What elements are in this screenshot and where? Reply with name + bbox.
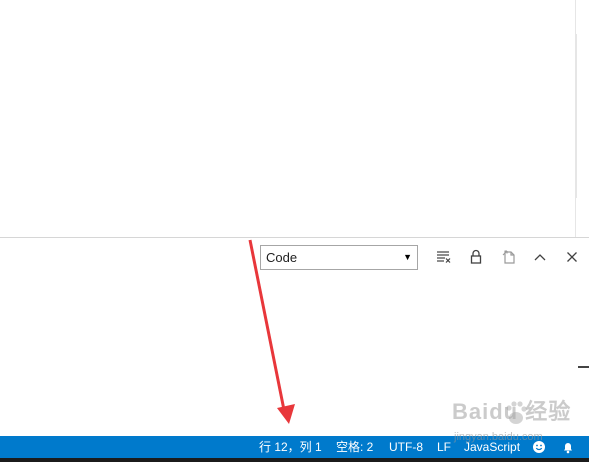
status-cursor-position[interactable]: 行 12，列 1 bbox=[259, 436, 322, 458]
feedback-smiley-icon[interactable] bbox=[531, 439, 547, 455]
status-indentation[interactable]: 空格: 2 bbox=[336, 436, 373, 458]
output-scrollbar[interactable] bbox=[576, 34, 589, 198]
clear-output-icon[interactable] bbox=[434, 247, 454, 267]
output-content[interactable] bbox=[0, 272, 575, 436]
notifications-bell-icon[interactable] bbox=[560, 439, 576, 455]
status-bar: 行 12，列 1 空格: 2 UTF-8 LF JavaScript bbox=[0, 436, 589, 458]
panel-toolbar: Code ▼ bbox=[0, 244, 589, 270]
close-panel-icon[interactable] bbox=[562, 247, 582, 267]
maximize-panel-icon[interactable] bbox=[530, 247, 550, 267]
overview-ruler-marker bbox=[578, 366, 589, 368]
window-bottom-edge bbox=[0, 458, 589, 462]
vscode-window: Code ▼ 行 12，列 1 空格: 2 UTF-8 LF JavaScrip… bbox=[0, 0, 589, 462]
lock-scroll-icon[interactable] bbox=[466, 247, 486, 267]
status-language-mode[interactable]: JavaScript bbox=[464, 436, 520, 458]
open-log-file-icon[interactable] bbox=[499, 247, 519, 267]
status-line-ending[interactable]: LF bbox=[437, 436, 451, 458]
editor-area[interactable] bbox=[0, 0, 589, 237]
dropdown-arrow-icon: ▼ bbox=[403, 252, 412, 262]
output-channel-select[interactable]: Code ▼ bbox=[260, 245, 418, 270]
output-channel-value: Code bbox=[266, 250, 298, 265]
output-panel: Code ▼ bbox=[0, 238, 589, 436]
status-encoding[interactable]: UTF-8 bbox=[389, 436, 423, 458]
